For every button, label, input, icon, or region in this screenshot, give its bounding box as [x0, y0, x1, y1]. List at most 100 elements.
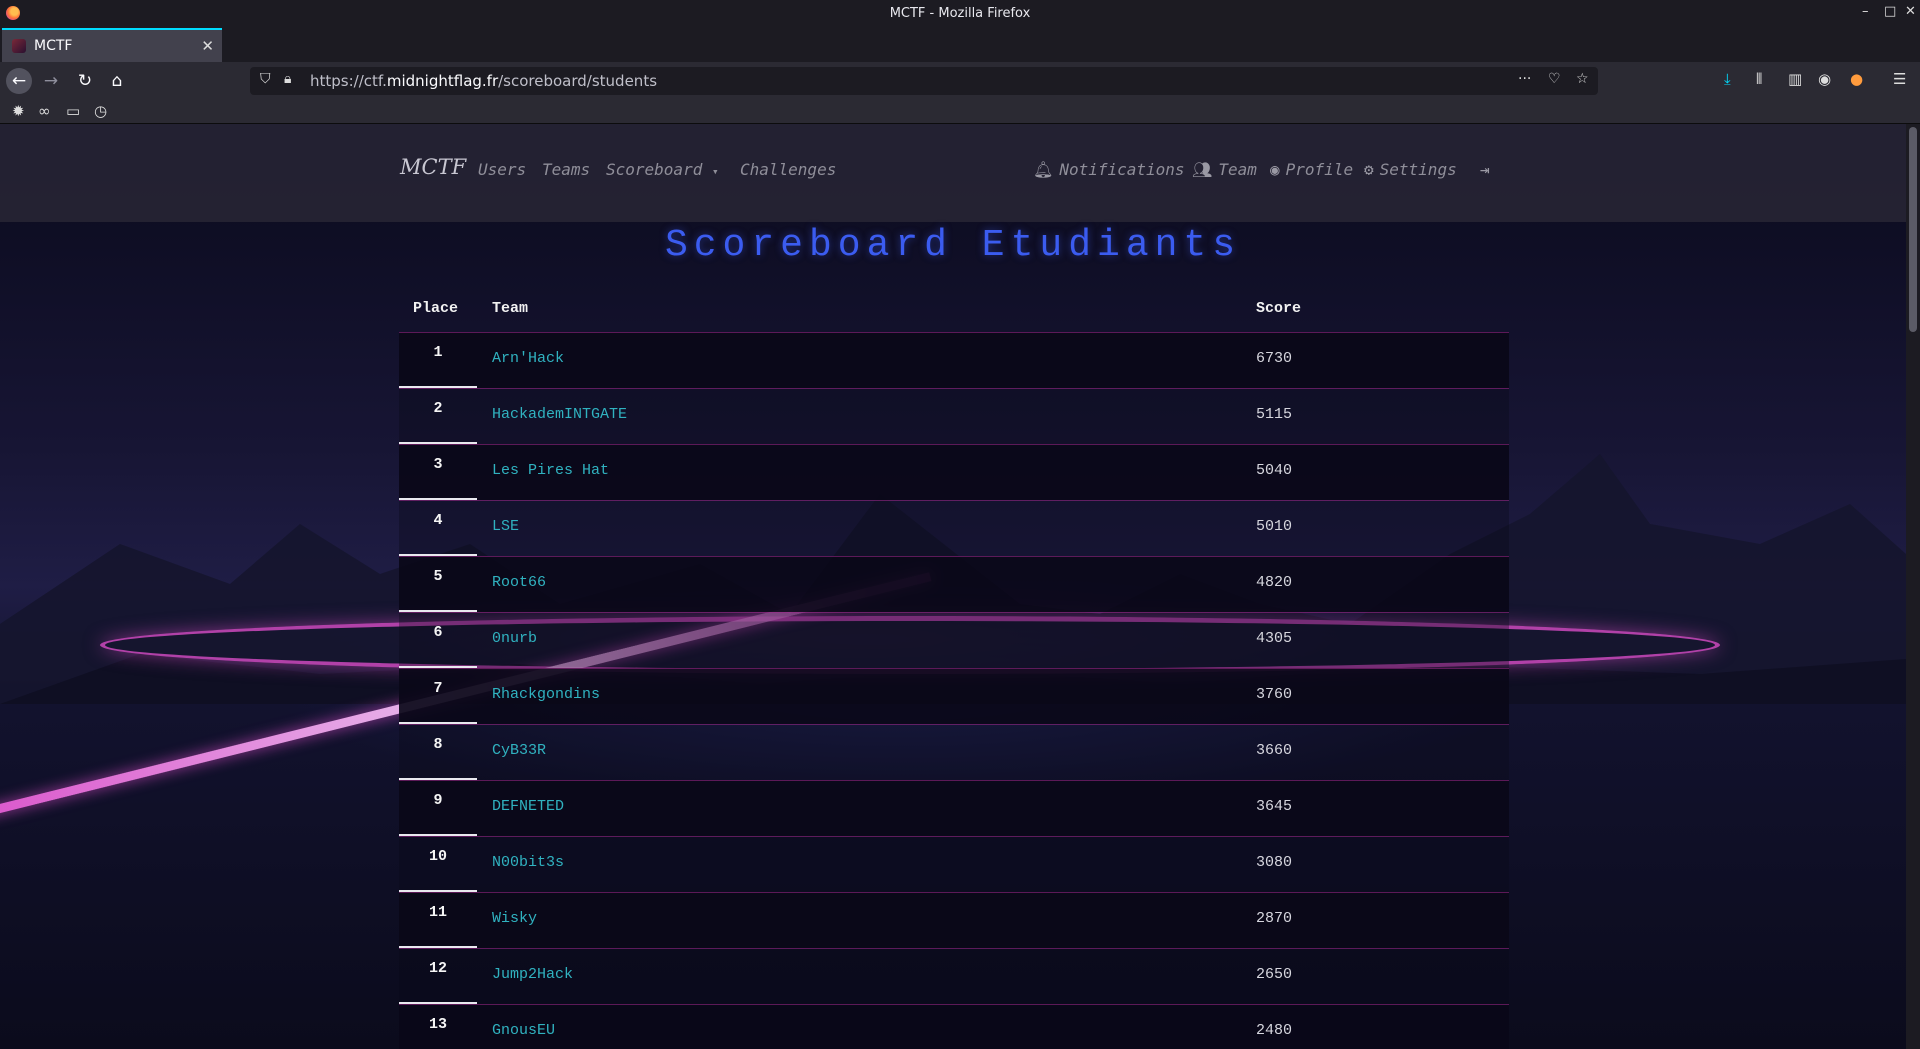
row-place: 11 [399, 893, 477, 948]
settings-bookmark-icon[interactable]: ✹ [12, 102, 25, 120]
bookmark-star-icon[interactable]: ☆ [1576, 71, 1589, 87]
nav-notifications[interactable]: 🔔︎ Notifications [1033, 160, 1185, 179]
lock-icon[interactable]: 🔒︎ [284, 71, 291, 87]
bookmarks-toolbar: ✹ ∞ ▭ ◷ [0, 100, 1920, 124]
logout-icon[interactable]: ⇥ [1480, 160, 1496, 179]
nav-team[interactable]: 👥︎ Team [1192, 160, 1257, 179]
menu-icon[interactable]: ☰ [1893, 70, 1906, 88]
caret-down-icon: ▾ [711, 165, 719, 178]
tab-label: MCTF [34, 38, 73, 54]
row-team-link[interactable]: Jump2Hack [492, 966, 573, 983]
minimize-icon[interactable]: – [1862, 4, 1869, 19]
firefox-logo-icon [6, 6, 20, 20]
row-team-link[interactable]: Rhackgondins [492, 686, 600, 703]
row-score: 5040 [1256, 462, 1293, 479]
library-icon[interactable]: ⫴ [1756, 70, 1762, 88]
table-row: 11 Wisky 2870 [399, 892, 1509, 948]
row-team-link[interactable]: CyB33R [492, 742, 546, 759]
sign-out-icon: ⇥ [1480, 160, 1490, 179]
row-score: 3760 [1256, 686, 1293, 703]
scrollbar-thumb[interactable] [1909, 127, 1917, 332]
url-bar[interactable]: ⛉ 🔒︎ https://ctf.midnightflag.fr/scorebo… [250, 67, 1598, 95]
shield-icon[interactable]: ⛉ [260, 71, 271, 87]
close-tab-icon[interactable]: ✕ [201, 37, 214, 55]
page-scrollbar[interactable] [1906, 124, 1920, 1049]
table-row: 12 Jump2Hack 2650 [399, 948, 1509, 1004]
reload-icon[interactable]: ↻ [72, 68, 98, 94]
nav-profile[interactable]: ◉ Profile [1270, 160, 1353, 179]
row-place: 9 [399, 781, 477, 836]
page-actions-icon[interactable]: ··· [1518, 71, 1531, 87]
window-title: MCTF - Mozilla Firefox [889, 5, 1031, 21]
page-title: Scoreboard Etudiants [664, 224, 1242, 267]
maximize-icon[interactable]: □ [1884, 4, 1896, 19]
row-score: 4820 [1256, 574, 1293, 591]
scoreboard-table: Place Team Score 1 Arn'Hack 6730 2 HackademI… [399, 292, 1509, 1049]
nav-challenges[interactable]: Challenges [740, 160, 836, 179]
header-place: Place [413, 300, 459, 317]
nav-scoreboard[interactable]: Scoreboard ▾ [606, 160, 719, 179]
table-row: 5 Root66 4820 [399, 556, 1509, 612]
header-team: Team [492, 300, 529, 317]
table-row: 6 0nurb 4305 [399, 612, 1509, 668]
row-score: 6730 [1256, 350, 1293, 367]
table-row: 9 DEFNETED 3645 [399, 780, 1509, 836]
row-team-link[interactable]: LSE [492, 518, 519, 535]
sidebar-icon[interactable]: ▥ [1788, 70, 1802, 88]
row-team-link[interactable]: GnousEU [492, 1022, 555, 1039]
row-place: 5 [399, 557, 477, 612]
account-icon[interactable]: ◉ [1818, 70, 1831, 88]
row-team-link[interactable]: Arn'Hack [492, 350, 564, 367]
nav-users[interactable]: Users [478, 160, 526, 179]
tab-strip: MCTF ✕ + [0, 26, 1920, 80]
nav-settings[interactable]: ⚙ Settings [1364, 160, 1457, 179]
row-team-link[interactable]: DEFNETED [492, 798, 564, 815]
row-score: 5010 [1256, 518, 1293, 535]
home-icon[interactable]: ⌂ [104, 68, 130, 94]
incognito-bookmark-icon[interactable]: ∞ [38, 102, 51, 120]
bell-icon: 🔔︎ [1033, 160, 1054, 179]
row-team-link[interactable]: 0nurb [492, 630, 537, 647]
table-row: 8 CyB33R 3660 [399, 724, 1509, 780]
table-row: 1 Arn'Hack 6730 [399, 332, 1509, 388]
pocket-icon[interactable]: ♡ [1548, 71, 1561, 87]
row-place: 12 [399, 949, 477, 1004]
site-brand[interactable]: MCTF [400, 155, 466, 179]
row-team-link[interactable]: Wisky [492, 910, 537, 927]
row-place: 7 [399, 669, 477, 724]
row-team-link[interactable]: Les Pires Hat [492, 462, 609, 479]
folder-bookmark-icon[interactable]: ▭ [66, 102, 80, 120]
row-place: 10 [399, 837, 477, 892]
favicon-icon [12, 39, 26, 53]
table-header: Place Team Score [399, 292, 1509, 332]
forward-icon[interactable]: → [38, 68, 64, 94]
row-team-link[interactable]: Root66 [492, 574, 546, 591]
header-score: Score [1256, 300, 1302, 317]
row-place: 3 [399, 445, 477, 500]
row-score: 3645 [1256, 798, 1293, 815]
back-icon[interactable]: ← [6, 68, 32, 94]
tab-mctf[interactable]: MCTF ✕ [2, 28, 222, 62]
table-row: 4 LSE 5010 [399, 500, 1509, 556]
row-team-link[interactable]: HackademINTGATE [492, 406, 627, 423]
close-window-icon[interactable]: ✕ [1905, 4, 1916, 19]
table-body: 1 Arn'Hack 6730 2 HackademINTGATE 5115 3 Les Pi… [399, 332, 1509, 1049]
nav-teams[interactable]: Teams [542, 160, 590, 179]
row-score: 2480 [1256, 1022, 1293, 1039]
table-row: 3 Les Pires Hat 5040 [399, 444, 1509, 500]
row-place: 8 [399, 725, 477, 780]
history-bookmark-icon[interactable]: ◷ [94, 102, 107, 120]
extension-icon[interactable]: ● [1850, 70, 1863, 88]
row-score: 2870 [1256, 910, 1293, 927]
user-circle-icon: ◉ [1270, 160, 1280, 179]
table-row: 2 HackademINTGATE 5115 [399, 388, 1509, 444]
row-score: 2650 [1256, 966, 1293, 983]
url-text[interactable]: https://ctf.midnightflag.fr/scoreboard/s… [310, 72, 657, 90]
users-icon: 👥︎ [1192, 160, 1213, 179]
page-viewport: MCTF Users Teams Scoreboard ▾ Challenges… [0, 124, 1906, 1049]
navigation-toolbar: ← → ↻ ⌂ ⛉ 🔒︎ https://ctf.midnightflag.fr… [0, 62, 1920, 100]
downloads-icon[interactable]: ⤓ [1724, 70, 1731, 88]
row-team-link[interactable]: N00bit3s [492, 854, 564, 871]
row-score: 3660 [1256, 742, 1293, 759]
row-place: 4 [399, 501, 477, 556]
